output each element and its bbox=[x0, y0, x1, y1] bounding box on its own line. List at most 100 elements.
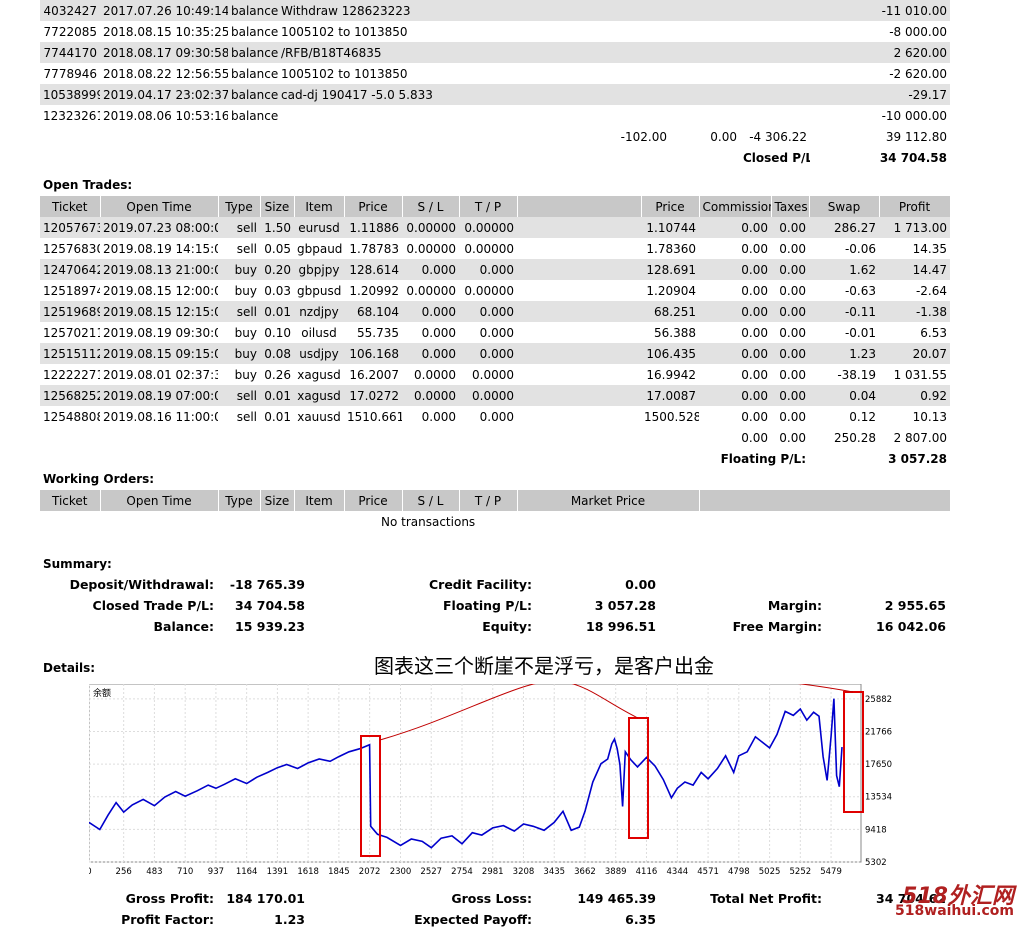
table-cell bbox=[580, 105, 670, 126]
table-cell: 286.27 bbox=[809, 217, 879, 238]
table-cell: 12519689 bbox=[40, 301, 100, 322]
table-cell: 2019.08.15 12:00:01 bbox=[103, 283, 218, 298]
chart-legend: 余额 bbox=[93, 687, 111, 699]
y-tick-label: 13534 bbox=[865, 793, 892, 803]
table-cell bbox=[580, 0, 670, 21]
table-row: 12570211 2019.08.19 09:30:00 buy 0.10 oilusd… bbox=[40, 322, 950, 343]
table-cell: 0.000 bbox=[459, 343, 517, 364]
table-cell: 12470642 bbox=[40, 259, 100, 280]
table-cell: 0.00 bbox=[699, 217, 771, 238]
total-cell: 0.00 bbox=[779, 430, 806, 445]
column-header: Swap bbox=[809, 196, 880, 217]
table-cell bbox=[670, 21, 740, 42]
x-tick-label: 2754 bbox=[451, 867, 473, 877]
table-cell: balance bbox=[228, 84, 278, 105]
table-cell: 0.10 bbox=[264, 325, 291, 340]
equity-label: Equity: bbox=[482, 619, 532, 634]
table-cell: 0.03 bbox=[264, 283, 291, 298]
table-cell: 0.00 bbox=[699, 259, 771, 280]
column-header: T / P bbox=[459, 196, 518, 217]
table-cell: gbpaud bbox=[297, 241, 343, 256]
table-cell: 0.000 bbox=[459, 259, 517, 280]
table-cell: gbpusd bbox=[297, 283, 342, 298]
table-row: 12470642 2019.08.13 21:00:00 buy 0.20 gbpjpy… bbox=[40, 259, 950, 280]
balance-label: Balance: bbox=[153, 619, 214, 634]
closed-totals-row: -102.00 0.00 -4 306.22 39 112.80 bbox=[40, 126, 950, 147]
table-cell: -11 010.00 bbox=[810, 0, 950, 21]
open-trades-table: Ticket Open Time Type Size Item Price S / LT /… bbox=[40, 196, 951, 469]
table-cell: 0.00 bbox=[779, 241, 806, 256]
total-cell: -4 306.22 bbox=[749, 129, 807, 144]
table-cell: 12222271 bbox=[43, 367, 100, 382]
summary-title: Summary: bbox=[43, 557, 112, 571]
table-cell: 0.00 bbox=[771, 343, 809, 364]
table-cell: 2019.04.17 23:02:37 bbox=[100, 84, 228, 105]
balance-chart: 0 256 483 710 937 1164 1391 1618 1845 2072 2300 252… bbox=[86, 673, 905, 877]
table-cell: xagusd bbox=[297, 367, 341, 382]
table-cell: 0.000 bbox=[402, 259, 459, 280]
table-cell: 14.35 bbox=[912, 241, 947, 256]
table-cell: 2019.08.13 21:00:00 bbox=[100, 259, 218, 280]
credit-value: 0.00 bbox=[625, 577, 656, 592]
total-cell: 250.28 bbox=[834, 430, 876, 445]
margin-value: 2 955.65 bbox=[884, 598, 946, 613]
table-cell bbox=[517, 280, 641, 301]
table-cell: nzdjpy bbox=[294, 301, 344, 322]
floating-pl-label: Floating P/L: bbox=[720, 451, 806, 466]
table-cell: 10538999 bbox=[40, 84, 100, 105]
x-tick-label: 5252 bbox=[790, 867, 812, 877]
plot-area bbox=[88, 683, 862, 863]
table-cell: 0.00 bbox=[741, 367, 768, 382]
table-cell bbox=[517, 322, 641, 343]
y-tick-label: 21766 bbox=[865, 727, 892, 737]
table-cell: 0.00000 bbox=[459, 217, 517, 238]
table-cell: 14.47 bbox=[879, 259, 950, 280]
table-cell: -2.64 bbox=[915, 283, 947, 298]
y-tick-label: 17650 bbox=[865, 760, 892, 770]
table-cell bbox=[740, 42, 810, 63]
x-tick-label: 710 bbox=[177, 867, 193, 877]
table-cell: 0.00 bbox=[779, 325, 806, 340]
table-cell: 0.05 bbox=[264, 241, 291, 256]
floating-pl-row: Floating P/L: 3 057.28 bbox=[40, 448, 950, 469]
table-cell: 10.13 bbox=[912, 409, 947, 424]
table-cell: 0.00 bbox=[779, 409, 806, 424]
x-tick-label: 256 bbox=[116, 867, 132, 877]
table-cell: 4032427 bbox=[40, 0, 100, 21]
table-cell: 2 620.00 bbox=[810, 42, 950, 63]
table-cell: sell bbox=[236, 409, 257, 424]
table-cell: 106.435 bbox=[641, 343, 699, 364]
table-cell: 0.00 bbox=[741, 409, 768, 424]
x-tick-label: 937 bbox=[208, 867, 224, 877]
table-cell: 12323261 bbox=[43, 108, 100, 123]
table-cell: -2 620.00 bbox=[889, 66, 947, 81]
table-cell: 0.00 bbox=[699, 343, 771, 364]
column-header: Type bbox=[218, 490, 261, 511]
table-row: 7778946 2018.08.22 12:56:55 balance 1005102… bbox=[40, 63, 950, 84]
x-tick-label: 4344 bbox=[667, 867, 689, 877]
table-row: 7744170 2018.08.17 09:30:58 balance/RFB/B1… bbox=[40, 42, 950, 63]
table-cell: 0.00 bbox=[771, 385, 809, 406]
table-cell: 1.11886 bbox=[344, 217, 402, 238]
table-cell: 106.168 bbox=[344, 343, 402, 364]
table-cell bbox=[580, 84, 670, 105]
column-header: Size bbox=[260, 196, 295, 217]
table-cell bbox=[517, 301, 641, 322]
table-cell: 17.0087 bbox=[641, 385, 699, 406]
table-cell: 0.08 bbox=[260, 343, 294, 364]
table-cell: 0.0000 bbox=[472, 367, 514, 382]
table-cell: 16.9942 bbox=[646, 367, 696, 382]
x-tick-label: 3662 bbox=[574, 867, 596, 877]
table-cell: eurusd bbox=[294, 217, 344, 238]
table-cell: buy bbox=[234, 367, 257, 382]
table-cell: 12518974 bbox=[43, 283, 100, 298]
table-cell: 2019.08.19 14:15:00 bbox=[103, 241, 218, 256]
table-cell: 1 713.00 bbox=[879, 217, 950, 238]
column-header: Type bbox=[218, 196, 261, 217]
table-row: 4032427 2017.07.26 10:49:14 balance Withdra… bbox=[40, 0, 950, 21]
total-cell: 0.00 bbox=[741, 430, 768, 445]
table-cell: 0.0000 bbox=[414, 367, 456, 382]
column-header: T / P bbox=[459, 490, 518, 511]
column-header: S / L bbox=[402, 490, 460, 511]
table-cell: Withdraw 128623223 bbox=[278, 0, 580, 21]
